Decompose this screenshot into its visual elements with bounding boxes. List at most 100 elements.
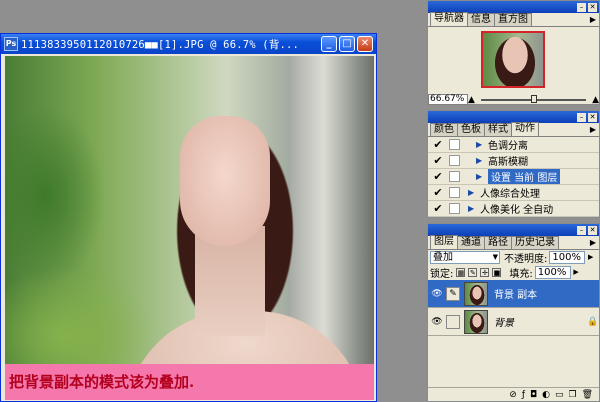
layers-list: 👁 ✎ 背景 副本 👁 背景 🔒: [428, 280, 599, 336]
brush-link-icon[interactable]: [446, 314, 460, 329]
tab-histogram[interactable]: 直方图: [494, 13, 532, 26]
portrait-face: [180, 116, 270, 246]
expand-triangle-icon[interactable]: ▶: [468, 204, 480, 213]
new-layer-icon[interactable]: ❐: [568, 390, 576, 400]
lock-transparency-icon[interactable]: ▦: [456, 268, 466, 277]
layers-tabs: 图层 通道 路径 历史记录 ▶: [428, 235, 599, 250]
action-item[interactable]: ✔ ▶ 人像美化 全自动: [428, 201, 599, 217]
zoom-in-icon[interactable]: ▲: [592, 95, 599, 105]
dialog-toggle-icon[interactable]: [449, 139, 460, 150]
action-item[interactable]: ✔ ▶ 高斯模糊: [428, 153, 599, 169]
action-toggle-checkmark-icon[interactable]: ✔: [432, 202, 444, 215]
panel-minimize-icon[interactable]: –: [577, 2, 586, 12]
document-window[interactable]: Ps 1113833950112010726■■[1].JPG @ 66.7% …: [0, 33, 377, 402]
tab-info[interactable]: 信息: [467, 13, 495, 26]
fill-label: 填充:: [509, 269, 533, 280]
expand-triangle-icon[interactable]: ▶: [476, 140, 488, 149]
panel-menu-arrow-icon[interactable]: ▶: [590, 125, 596, 134]
document-title: 1113833950112010726■■[1].JPG @ 66.7% (背.…: [21, 38, 300, 51]
photoshop-app-icon: Ps: [4, 37, 18, 51]
zoom-input[interactable]: 66.67%: [428, 94, 468, 105]
tab-swatches[interactable]: 色板: [457, 123, 485, 136]
layer-row[interactable]: 👁 ✎ 背景 副本: [428, 280, 599, 308]
action-toggle-checkmark-icon[interactable]: ✔: [432, 170, 444, 183]
tab-actions[interactable]: 动作: [511, 122, 539, 136]
dialog-toggle-icon[interactable]: [449, 203, 460, 214]
panel-close-icon[interactable]: ✕: [588, 225, 597, 235]
zoom-slider[interactable]: [480, 94, 587, 103]
lock-pixels-brush-icon[interactable]: ✎: [468, 268, 478, 277]
action-item-label: 设置 当前 图层: [488, 169, 561, 184]
panel-close-icon[interactable]: ✕: [588, 112, 597, 122]
image-canvas[interactable]: [5, 56, 374, 398]
tab-paths[interactable]: 路径: [484, 236, 512, 249]
expand-triangle-icon[interactable]: ▶: [476, 156, 488, 165]
panel-close-icon[interactable]: ✕: [588, 2, 597, 12]
dialog-toggle-icon[interactable]: [449, 187, 460, 198]
lock-all-icon[interactable]: ■: [492, 268, 502, 277]
maximize-button[interactable]: □: [339, 36, 355, 52]
tab-history[interactable]: 历史记录: [511, 236, 559, 249]
layer-name[interactable]: 背景 副本: [494, 286, 587, 301]
tab-navigator[interactable]: 导航器: [430, 12, 468, 26]
eye-visibility-icon[interactable]: 👁: [430, 317, 444, 327]
actions-list: ✔ ▶ 色调分离 ✔ ▶ 高斯模糊 ✔ ▶ 设置 当前 图层 ✔ ▶ 人像综合处理 ✔ ▶ 人像美化 全自动: [428, 137, 599, 217]
action-toggle-checkmark-icon[interactable]: ✔: [432, 186, 444, 199]
blend-mode-select[interactable]: 叠加: [430, 251, 500, 264]
layers-panel: – ✕ 图层 通道 路径 历史记录 ▶ 叠加 不透明度: 100% 锁定: ▦ …: [427, 223, 600, 402]
action-toggle-checkmark-icon[interactable]: ✔: [432, 154, 444, 167]
instruction-caption: 把背景副本的模式该为叠加.: [5, 364, 374, 400]
eye-visibility-icon[interactable]: 👁: [430, 289, 444, 299]
close-button[interactable]: ✕: [357, 36, 373, 52]
action-item[interactable]: ✔ ▶ 设置 当前 图层: [428, 169, 599, 185]
link-layers-icon[interactable]: ⊘: [509, 390, 517, 400]
action-item[interactable]: ✔ ▶ 人像综合处理: [428, 185, 599, 201]
document-title-bar[interactable]: Ps 1113833950112010726■■[1].JPG @ 66.7% …: [1, 34, 376, 54]
minimize-button[interactable]: _: [321, 36, 337, 52]
zoom-controls: 66.67% ▲ ▲: [428, 94, 599, 105]
tab-channels[interactable]: 通道: [457, 236, 485, 249]
tab-styles[interactable]: 样式: [484, 123, 512, 136]
panel-minimize-icon[interactable]: –: [577, 112, 586, 122]
add-layer-style-icon[interactable]: ƒ: [522, 390, 525, 400]
brush-link-icon[interactable]: ✎: [446, 286, 460, 301]
opacity-input[interactable]: 100%: [549, 251, 593, 264]
panel-menu-arrow-icon[interactable]: ▶: [590, 15, 596, 24]
lock-position-move-icon[interactable]: ✛: [480, 268, 490, 277]
actions-panel: – ✕ 颜色 色板 样式 动作 ▶ ✔ ▶ 色调分离 ✔ ▶ 高斯模糊 ✔ ▶ 设置 当前 图层…: [427, 110, 600, 218]
panel-minimize-icon[interactable]: –: [577, 225, 586, 235]
zoom-slider-knob[interactable]: [530, 94, 537, 103]
navigator-tabs: 导航器 信息 直方图 ▶: [428, 12, 599, 27]
dialog-toggle-icon[interactable]: [449, 171, 460, 182]
navigator-panel: – ✕ 导航器 信息 直方图 ▶ 66.67% ▲ ▲: [427, 0, 600, 105]
expand-triangle-icon[interactable]: ▶: [468, 188, 480, 197]
fill-input[interactable]: 100%: [534, 266, 579, 279]
actions-tabs: 颜色 色板 样式 动作 ▶: [428, 122, 599, 137]
action-item-label: 色调分离: [488, 141, 528, 152]
add-mask-icon[interactable]: ◘: [530, 390, 537, 400]
blend-options-row: 叠加 不透明度: 100%: [428, 250, 599, 265]
lock-label: 锁定:: [430, 269, 454, 280]
layer-thumbnail[interactable]: [464, 281, 488, 306]
panel-menu-arrow-icon[interactable]: ▶: [590, 238, 596, 247]
lock-icon: 🔒: [587, 316, 599, 327]
lock-options-row: 锁定: ▦ ✎ ✛ ■ 填充: 100%: [428, 265, 599, 280]
action-item-label: 人像美化 全自动: [480, 205, 554, 216]
action-toggle-checkmark-icon[interactable]: ✔: [432, 138, 444, 151]
navigator-thumbnail[interactable]: [481, 31, 545, 88]
new-adjustment-layer-icon[interactable]: ◐: [542, 390, 550, 400]
layer-row[interactable]: 👁 背景 🔒: [428, 308, 599, 336]
zoom-out-icon[interactable]: ▲: [468, 95, 475, 105]
delete-layer-icon[interactable]: 🗑: [582, 390, 593, 400]
new-group-icon[interactable]: ▭: [555, 390, 564, 400]
dialog-toggle-icon[interactable]: [449, 155, 460, 166]
expand-triangle-icon[interactable]: ▶: [476, 172, 488, 181]
tab-color[interactable]: 颜色: [430, 123, 458, 136]
layers-bottom-toolbar: ⊘ ƒ ◘ ◐ ▭ ❐ 🗑: [428, 387, 599, 401]
tab-layers[interactable]: 图层: [430, 235, 458, 249]
layer-thumbnail[interactable]: [464, 309, 488, 334]
action-item-label: 人像综合处理: [480, 189, 540, 200]
layer-name[interactable]: 背景: [494, 314, 587, 329]
opacity-label: 不透明度:: [504, 254, 548, 265]
action-item[interactable]: ✔ ▶ 色调分离: [428, 137, 599, 153]
